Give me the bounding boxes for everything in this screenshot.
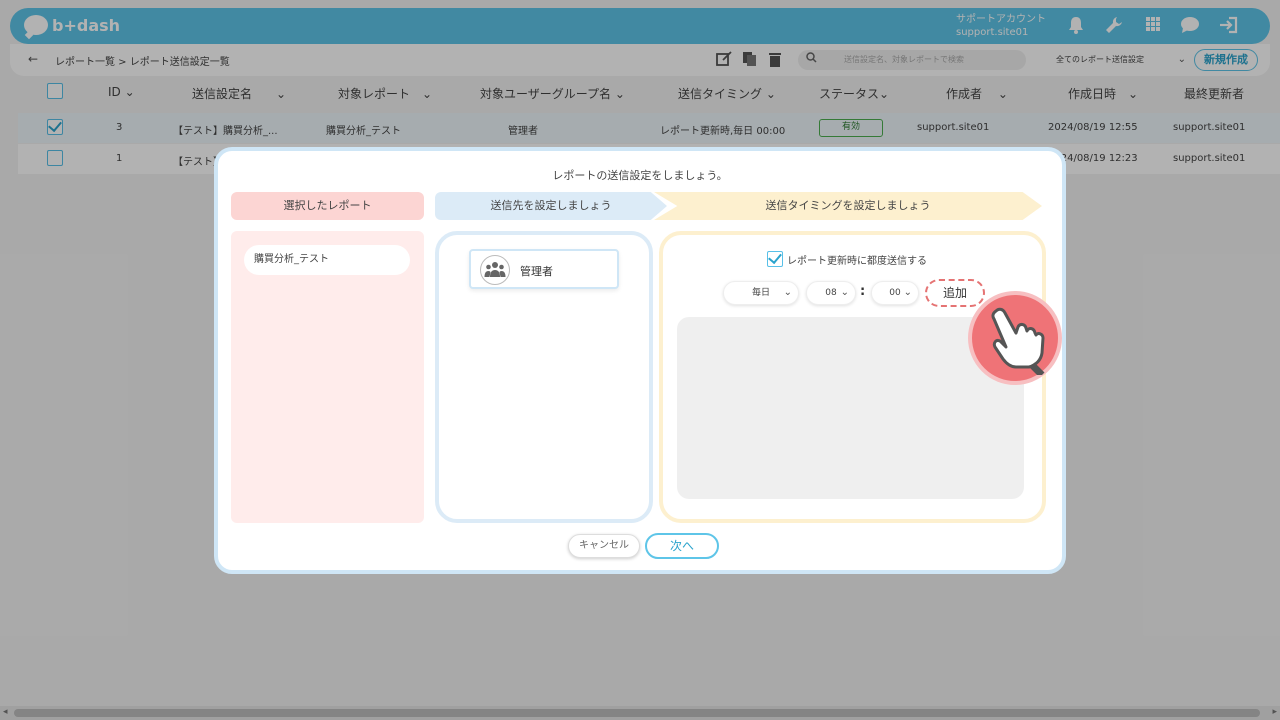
pointing-hand-icon [968, 291, 1062, 385]
add-timing-button[interactable]: 追加 [925, 279, 985, 307]
chevron-down-icon: ⌄ [840, 287, 849, 298]
user-group-icon [480, 255, 510, 285]
step-selected-report: 選択したレポート [231, 192, 424, 220]
next-button[interactable]: 次へ [645, 533, 719, 559]
user-group-name: 管理者 [520, 265, 553, 278]
step-set-destination: 送信先を設定しましょう [435, 192, 667, 220]
send-on-update-label: レポート更新時に都度送信する [787, 255, 927, 267]
frequency-select[interactable]: 毎日 ⌄ [723, 281, 799, 305]
frequency-value: 毎日 [751, 288, 770, 298]
user-group-card[interactable]: 管理者 [469, 249, 619, 289]
selected-report-item: 購買分析_テスト [244, 245, 410, 275]
hour-select[interactable]: 08 ⌄ [806, 281, 856, 305]
destination-panel: 管理者 [435, 231, 653, 523]
hour-value: 08 [825, 288, 837, 298]
step-set-timing: 送信タイミングを設定しましょう [654, 192, 1042, 220]
minute-value: 00 [889, 288, 901, 298]
time-separator: : [860, 284, 866, 299]
send-on-update-option[interactable]: レポート更新時に都度送信する [767, 251, 927, 267]
chevron-down-icon: ⌄ [783, 287, 792, 298]
chevron-down-icon: ⌄ [903, 287, 912, 298]
modal-title: レポートの送信設定をしましょう。 [552, 169, 728, 182]
send-on-update-checkbox[interactable] [767, 251, 783, 267]
minute-select[interactable]: 00 ⌄ [871, 281, 919, 305]
send-settings-modal: レポートの送信設定をしましょう。 選択したレポート 送信先を設定しましょう 送信… [214, 147, 1066, 574]
cancel-button[interactable]: キャンセル [568, 534, 640, 558]
selected-report-panel: 購買分析_テスト [231, 231, 424, 523]
